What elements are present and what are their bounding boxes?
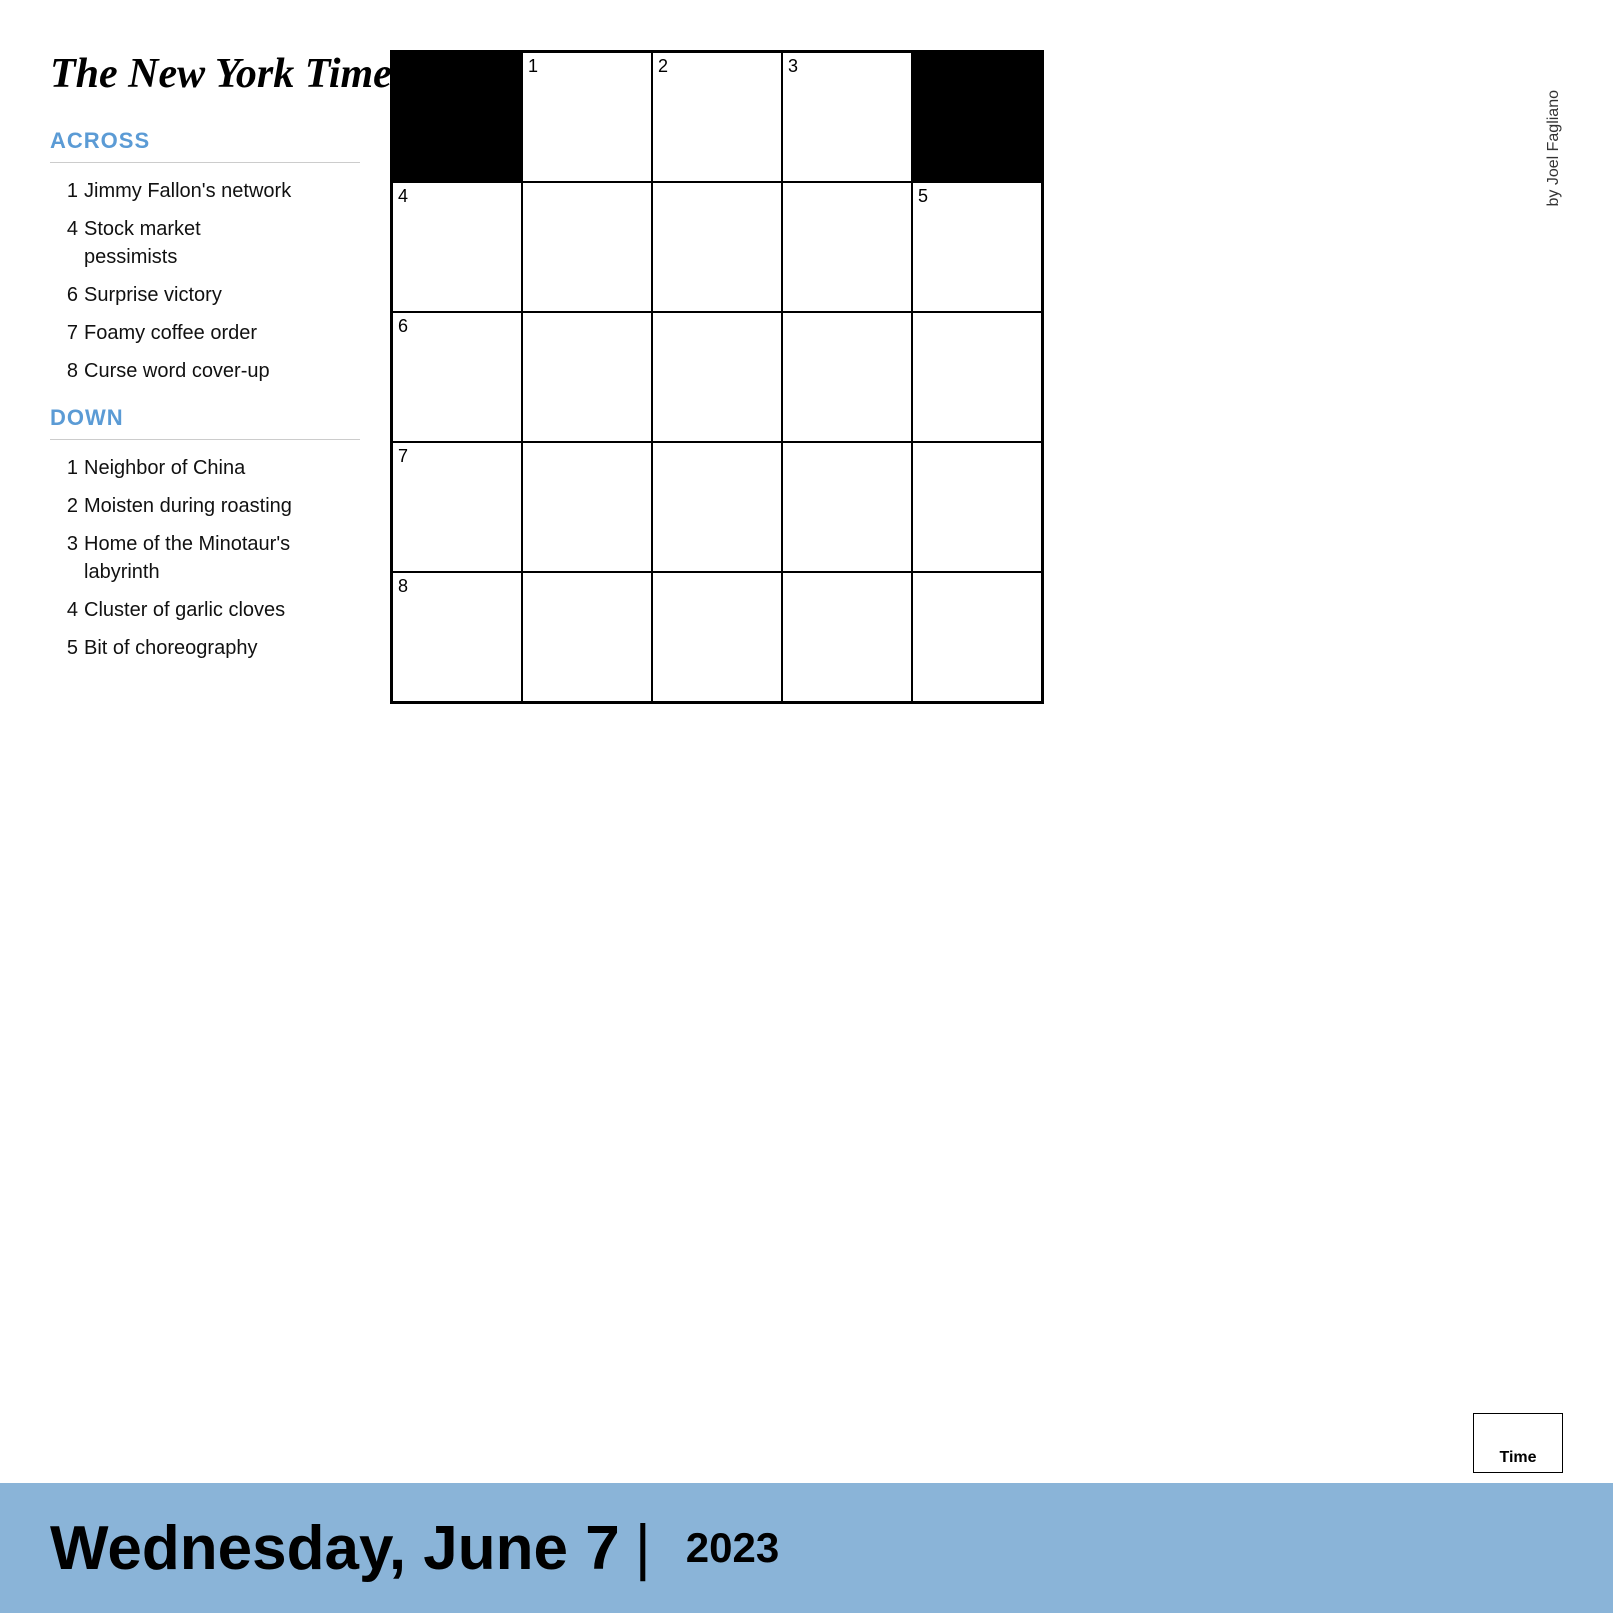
crossword-grid[interactable]: 1 2 3 4 5 6 7 [390,50,1044,704]
clues-panel: The New York Times ACROSS 1 Jimmy Fallon… [50,40,390,712]
bottom-bar: Wednesday, June 7 | 2023 [0,1483,1613,1613]
cell-number: 6 [398,317,408,335]
cell-1-4[interactable]: 5 [912,182,1042,312]
cell-4-2[interactable] [652,572,782,702]
across-clue-list: 1 Jimmy Fallon's network 4 Stock marketp… [50,177,360,385]
footer-date: Wednesday, June 7 [50,1513,620,1584]
footer-year: 2023 [686,1524,779,1572]
clue-number: 4 [50,596,78,624]
grid-panel: 1 2 3 4 5 6 7 [390,40,1563,712]
down-clue-3: 3 Home of the Minotaur'slabyrinth [50,530,360,586]
cell-1-2[interactable] [652,182,782,312]
cell-2-0[interactable]: 6 [392,312,522,442]
clue-text: Jimmy Fallon's network [84,177,291,205]
cell-0-1[interactable]: 1 [522,52,652,182]
across-title: ACROSS [50,128,360,154]
cell-3-4[interactable] [912,442,1042,572]
cell-number: 3 [788,57,798,75]
clue-text: Foamy coffee order [84,319,257,347]
cell-number: 8 [398,577,408,595]
down-clue-5: 5 Bit of choreography [50,634,360,662]
cell-1-0[interactable]: 4 [392,182,522,312]
cell-4-3[interactable] [782,572,912,702]
cell-4-1[interactable] [522,572,652,702]
middle-spacer [0,732,1613,1404]
across-clue-1: 1 Jimmy Fallon's network [50,177,360,205]
across-divider [50,162,360,163]
down-clue-list: 1 Neighbor of China 2 Moisten during roa… [50,454,360,662]
clue-text: Neighbor of China [84,454,245,482]
cell-0-4 [912,52,1042,182]
down-clue-4: 4 Cluster of garlic cloves [50,596,360,624]
across-clue-8: 8 Curse word cover-up [50,357,360,385]
down-clue-1: 1 Neighbor of China [50,454,360,482]
clue-text: Stock marketpessimists [84,215,201,271]
cell-3-0[interactable]: 7 [392,442,522,572]
cell-number: 2 [658,57,668,75]
cell-number: 4 [398,187,408,205]
clue-number: 1 [50,177,78,205]
clue-text: Curse word cover-up [84,357,270,385]
down-clue-2: 2 Moisten during roasting [50,492,360,520]
cell-2-4[interactable] [912,312,1042,442]
cell-1-1[interactable] [522,182,652,312]
cell-0-2[interactable]: 2 [652,52,782,182]
clue-number: 8 [50,357,78,385]
clue-text: Home of the Minotaur'slabyrinth [84,530,290,586]
cell-3-2[interactable] [652,442,782,572]
across-clue-4: 4 Stock marketpessimists [50,215,360,271]
cell-1-3[interactable] [782,182,912,312]
clue-number: 1 [50,454,78,482]
time-box: Time [1473,1413,1563,1473]
across-clue-6: 6 Surprise victory [50,281,360,309]
clue-text: Moisten during roasting [84,492,292,520]
clue-text: Surprise victory [84,281,222,309]
time-label: Time [1499,1449,1536,1467]
cell-0-0 [392,52,522,182]
nyt-logo: The New York Times [50,50,360,98]
down-title: DOWN [50,405,360,431]
main-container: The New York Times ACROSS 1 Jimmy Fallon… [0,0,1613,1613]
time-area: Time [0,1403,1613,1483]
cell-0-3[interactable]: 3 [782,52,912,182]
clue-number: 2 [50,492,78,520]
footer-separator: | [635,1517,651,1579]
clue-number: 3 [50,530,78,558]
cell-2-2[interactable] [652,312,782,442]
top-area: The New York Times ACROSS 1 Jimmy Fallon… [0,0,1613,732]
clue-number: 7 [50,319,78,347]
cell-number: 1 [528,57,538,75]
down-divider [50,439,360,440]
cell-number: 5 [918,187,928,205]
across-clue-7: 7 Foamy coffee order [50,319,360,347]
cell-4-0[interactable]: 8 [392,572,522,702]
byline: by Joel Fagliano [1545,90,1563,207]
cell-2-3[interactable] [782,312,912,442]
clue-text: Cluster of garlic cloves [84,596,285,624]
cell-3-3[interactable] [782,442,912,572]
cell-3-1[interactable] [522,442,652,572]
cell-number: 7 [398,447,408,465]
cell-4-4[interactable] [912,572,1042,702]
clue-number: 5 [50,634,78,662]
clue-number: 6 [50,281,78,309]
clue-text: Bit of choreography [84,634,257,662]
clue-number: 4 [50,215,78,243]
cell-2-1[interactable] [522,312,652,442]
